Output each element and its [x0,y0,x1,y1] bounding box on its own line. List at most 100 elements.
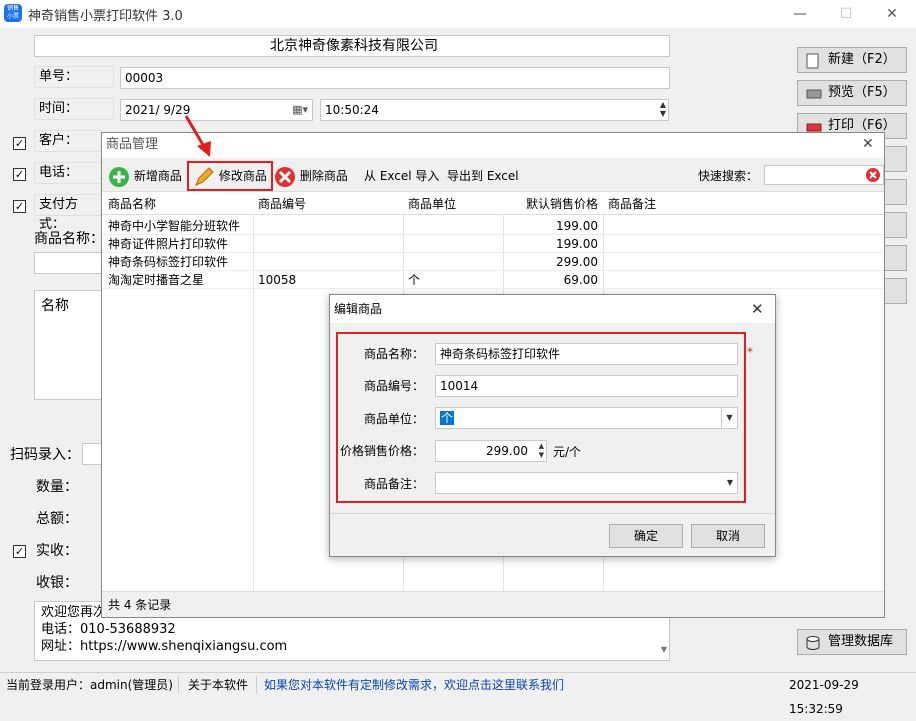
dialog-close-icon[interactable]: ✕ [751,300,764,318]
price-value: 299.00 [486,444,528,458]
cell-price: 299.00 [556,255,598,269]
export-excel-button[interactable]: 导出到 Excel [447,164,519,188]
cashier-label: 收银： [36,575,78,591]
unit-value: 个 [440,411,455,425]
time-spinner-icon[interactable]: ▲ ▼ [660,100,666,118]
database-icon [806,635,822,650]
calendar-icon[interactable]: ▦▾ [292,100,308,120]
printer-icon [806,119,822,133]
customer-checkbox[interactable]: ✓ [13,137,26,150]
edit-product-label: 修改商品 [218,169,267,183]
scan-input[interactable] [82,443,102,465]
payment-label: 支付方式： [34,194,102,232]
minimize-button[interactable]: — [780,0,820,28]
preview-icon [806,86,822,100]
edit-dialog-title: 编辑商品 [330,295,775,323]
cell-price: 199.00 [556,237,598,251]
chevron-down-icon[interactable]: ▼ [727,473,733,493]
paid-label: 实收： [36,543,78,559]
payment-checkbox[interactable]: ✓ [13,200,26,213]
delete-product-button[interactable]: 删除商品 [274,164,348,188]
about-link[interactable]: 关于本软件 [188,673,248,697]
product-window-close-icon[interactable]: ✕ [862,136,874,152]
pencil-icon [195,166,214,186]
product-name-input[interactable] [34,252,102,274]
preview-button[interactable]: 预览（F5） [797,80,907,106]
import-excel-button[interactable]: 从 Excel 导入 [364,164,439,188]
price-spinner-icon[interactable]: ▲ ▼ [539,442,544,460]
maximize-button[interactable]: ☐ [826,0,866,28]
product-table-header: 商品名称 商品编号 商品单位 默认销售价格 商品备注 [102,193,884,215]
time-value: 10:50:24 [325,103,379,117]
contact-link[interactable]: 如果您对本软件有定制修改需求，欢迎点击这里联系我们 [264,673,564,697]
status-bar: 当前登录用户：admin(管理员) 关于本软件 如果您对本软件有定制修改需求，欢… [0,672,916,716]
time-field[interactable]: 10:50:24 ▲ ▼ [320,99,669,121]
price-unit: 元/个 [553,445,582,459]
quick-search-input[interactable] [764,165,884,185]
product-name-label: 商品名称： [34,231,104,247]
items-name-header: 名称 [41,298,69,314]
table-row[interactable]: 神奇条码标签打印软件 299.00 [102,253,884,271]
chevron-down-icon[interactable]: ▼ [721,408,737,428]
paid-checkbox[interactable]: ✓ [13,545,26,558]
quick-search-label: 快速搜索： [698,169,759,183]
clear-search-icon [866,168,880,182]
price-label: 价格销售价格： [339,444,424,458]
items-list[interactable]: 名称 [34,290,102,400]
table-row[interactable]: 神奇中小学智能分班软件 199.00 [102,217,884,235]
column-header[interactable]: 商品备注 [608,195,656,213]
cell-name: 淘淘定时播音之星 [108,273,205,287]
note-select[interactable]: ▼ [435,472,738,494]
edit-product-button[interactable]: 修改商品 [187,161,273,191]
print-button-label: 打印（F6） [828,118,896,133]
new-doc-icon [806,53,822,68]
app-icon: 销售 小票 [4,4,22,22]
edit-product-dialog: 编辑商品 ✕ 商品名称： 神奇条码标签打印软件 * 商品编号： 10014 商品… [329,294,776,557]
delete-product-label: 删除商品 [299,169,348,183]
cell-name: 神奇中小学智能分班软件 [108,219,241,233]
cell-unit: 个 [408,273,421,287]
column-header[interactable]: 商品名称 [108,195,156,213]
table-row[interactable]: 淘淘定时播音之星 10058 个 69.00 [102,271,884,289]
column-header[interactable]: 商品单位 [408,195,456,213]
product-code-field[interactable]: 10014 [435,375,738,397]
close-button[interactable]: ✕ [872,0,912,28]
customer-label: 客户： [34,130,102,152]
order-no-field[interactable]: 00003 [120,67,670,89]
price-field[interactable]: 299.00 ▲ ▼ [435,440,547,462]
status-datetime: 2021-09-29 15:32:59 [789,678,859,716]
cancel-button[interactable]: 取消 [691,524,765,548]
add-product-button[interactable]: 新增商品 [108,164,182,188]
status-divider [256,676,257,694]
cell-name: 神奇条码标签打印软件 [108,255,229,269]
new-button[interactable]: 新建（F2） [797,47,907,73]
column-header[interactable]: 默认销售价格 [508,195,598,213]
footer-line: 电话：010-53688932 [41,622,176,637]
total-label: 总额： [36,511,78,527]
new-button-label: 新建（F2） [828,52,896,67]
ok-button[interactable]: 确定 [609,524,683,548]
column-header[interactable]: 商品编号 [258,195,306,213]
company-field[interactable]: 北京神奇像素科技有限公司 [34,35,670,57]
record-count-status: 共 4 条记录 [102,591,884,617]
phone-checkbox[interactable]: ✓ [13,168,26,181]
add-product-label: 新增商品 [133,169,182,183]
qty-label: 数量： [36,479,78,495]
status-divider [178,676,179,694]
time-label: 时间： [34,98,114,120]
cell-name: 神奇证件照片打印软件 [108,237,229,251]
required-mark: * [747,345,753,359]
code-label: 商品编号： [363,379,424,393]
table-row[interactable]: 神奇证件照片打印软件 199.00 [102,235,884,253]
window-title: 神奇销售小票打印软件 3.0 [28,9,183,24]
product-name-field[interactable]: 神奇条码标签打印软件 [435,343,738,365]
preview-button-label: 预览（F5） [828,85,896,100]
manage-db-button[interactable]: 管理数据库 [797,629,907,655]
dialog-divider [330,513,775,514]
scroll-down-icon[interactable]: ▼ [661,641,667,658]
cell-price: 69.00 [563,273,598,287]
unit-select[interactable]: 个 ▼ [435,407,738,429]
footer-line: 网址：https://www.shenqixiangsu.com [41,639,288,654]
product-window-title: 商品管理 [102,133,884,157]
date-picker[interactable]: 2021/ 9/29 ▦▾ [120,99,313,121]
